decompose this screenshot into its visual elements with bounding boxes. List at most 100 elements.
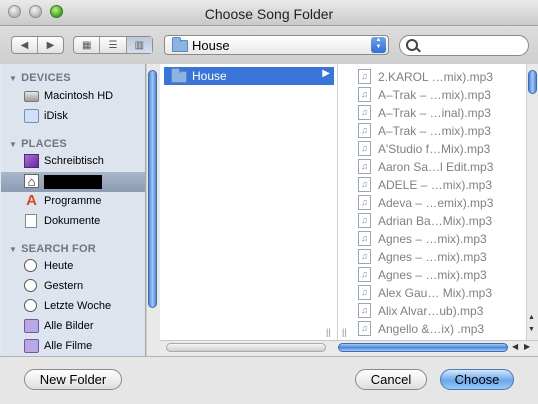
audio-file-icon: ♫: [358, 195, 371, 210]
file-name: ADELE – …mix).mp3: [378, 178, 493, 192]
file-name: Alix Alvar…ub).mp3: [378, 304, 484, 318]
file-row[interactable]: ♫ Alex Gau… Mix).mp3: [338, 284, 526, 302]
choose-button[interactable]: Choose: [440, 369, 514, 390]
column-row-house[interactable]: House ▶: [164, 67, 334, 85]
disclosure-triangle-icon: ▼: [9, 245, 18, 254]
file-row[interactable]: ♫ Alix Alvar…ub).mp3: [338, 302, 526, 320]
file-row[interactable]: ♫ A–Trak – …inal).mp3: [338, 104, 526, 122]
window-title: Choose Song Folder: [204, 6, 334, 22]
file-name: Agnes – …mix).mp3: [378, 250, 487, 264]
file-name: A'Studio f…Mix).mp3: [378, 142, 491, 156]
sidebar-item-label: Alle Bilder: [44, 320, 94, 332]
sidebar-item-alle-filme[interactable]: Alle Filme: [1, 337, 145, 356]
redacted-username: [44, 175, 102, 189]
file-name: Alex Gau… Mix).mp3: [378, 286, 493, 300]
file-name: A–Trak – …inal).mp3: [378, 106, 491, 120]
sidebar-section-places[interactable]: ▼ PLACES: [9, 138, 67, 150]
audio-file-icon: ♫: [358, 321, 371, 336]
sidebar-item-heute[interactable]: Heute: [1, 257, 145, 277]
audio-file-icon: ♫: [358, 213, 371, 228]
audio-file-icon: ♫: [358, 231, 371, 246]
dialog-button-bar: New Folder Cancel Choose: [0, 356, 538, 404]
file-row[interactable]: ♫ Aaron Sa…l Edit.mp3: [338, 158, 526, 176]
sidebar-item-label: Letzte Woche: [44, 300, 112, 312]
sidebar-item-label: Heute: [44, 260, 74, 272]
popup-arrows-icon: ▲ ▼: [371, 37, 386, 53]
title-bar: Choose Song Folder: [0, 0, 538, 26]
sidebar-item-programme[interactable]: A Programme: [1, 192, 145, 212]
cancel-button[interactable]: Cancel: [355, 369, 427, 390]
list-view-button[interactable]: ☰: [100, 37, 127, 53]
file-row[interactable]: ♫ 2.KAROL …mix).mp3: [338, 68, 526, 86]
audio-file-icon: ♫: [358, 69, 371, 84]
file-row[interactable]: ♫ Agnes – …mix).mp3: [338, 266, 526, 284]
sidebar-item-label: Programme: [44, 195, 102, 207]
applications-icon: A: [26, 192, 37, 209]
file-name: Angello &…ix) .mp3: [378, 322, 485, 336]
scroll-left-arrow-icon[interactable]: ◀: [512, 342, 518, 351]
column-view-icon: ▥: [134, 39, 145, 51]
file-name: Aaron Sa…l Edit.mp3: [378, 160, 494, 174]
file-list-scrollbar[interactable]: ▲ ▼: [526, 64, 538, 340]
file-list-scroll-thumb[interactable]: [528, 70, 537, 94]
file-row[interactable]: ♫ Adrian Ba…Mix).mp3: [338, 212, 526, 230]
file-name: Adeva – …emix).mp3: [378, 196, 494, 210]
sidebar-item-dokumente[interactable]: Dokumente: [1, 212, 145, 232]
back-button[interactable]: ◀: [12, 37, 38, 53]
smart-folder-icon: [24, 339, 39, 353]
sidebar-section-search-for[interactable]: ▼ SEARCH FOR: [9, 243, 96, 255]
sidebar-item-alle-bilder[interactable]: Alle Bilder: [1, 317, 145, 337]
file-row[interactable]: ♫ Angello &…ix) .mp3: [338, 320, 526, 338]
clock-icon: [24, 279, 37, 292]
file-row[interactable]: ♫ A'Studio f…Mix).mp3: [338, 140, 526, 158]
location-popup-label: House: [192, 38, 230, 53]
audio-file-icon: ♫: [358, 159, 371, 174]
section-label: DEVICES: [21, 72, 71, 84]
column-view-button[interactable]: ▥: [126, 37, 152, 53]
sidebar-item-letzte-woche[interactable]: Letzte Woche: [1, 297, 145, 317]
audio-file-icon: ♫: [358, 303, 371, 318]
folder-icon: [172, 37, 188, 52]
sidebar-section-devices[interactable]: ▼ DEVICES: [9, 72, 71, 84]
sidebar-item-schreibtisch[interactable]: Schreibtisch: [1, 152, 145, 172]
sidebar-item-macintosh-hd[interactable]: Macintosh HD: [1, 87, 145, 107]
file-row[interactable]: ♫ Agnes – …mix).mp3: [338, 248, 526, 266]
audio-file-icon: ♫: [358, 285, 371, 300]
file-row[interactable]: ♫ A–Trak – …mix).mp3: [338, 122, 526, 140]
section-label: PLACES: [21, 138, 67, 150]
sidebar-item-idisk[interactable]: iDisk: [1, 107, 145, 127]
sidebar-scrollbar[interactable]: [146, 64, 158, 356]
column-resize-handle[interactable]: ||: [342, 327, 347, 337]
location-popup[interactable]: House ▲ ▼: [164, 35, 389, 55]
new-folder-button[interactable]: New Folder: [24, 369, 122, 390]
search-icon: [406, 39, 418, 51]
file-row[interactable]: ♫ ADELE – …mix).mp3: [338, 176, 526, 194]
back-forward-control: ◀ ▶: [11, 36, 64, 54]
browser-column-1: House ▶ ||: [160, 64, 338, 340]
file-name: Agnes – …mix).mp3: [378, 232, 487, 246]
scroll-up-arrow-icon[interactable]: ▲: [528, 314, 535, 321]
forward-button[interactable]: ▶: [38, 37, 63, 53]
icon-view-button[interactable]: ▦: [74, 37, 101, 53]
file-row[interactable]: ♫ A–Trak – …mix).mp3: [338, 86, 526, 104]
browser-horizontal-scrollbar[interactable]: ◀ ▶: [160, 340, 538, 354]
file-name: A–Trak – …mix).mp3: [378, 124, 491, 138]
file-row[interactable]: ♫ Adeva – …emix).mp3: [338, 194, 526, 212]
sidebar-item-gestern[interactable]: Gestern: [1, 277, 145, 297]
view-mode-control: ▦ ☰ ▥: [73, 36, 153, 54]
file-row[interactable]: ♫ Agnes – …mix).mp3: [338, 230, 526, 248]
horizontal-scroll-track: [166, 343, 326, 352]
file-name: Adrian Ba…Mix).mp3: [378, 214, 493, 228]
disclosure-triangle-icon: ▼: [9, 140, 18, 149]
scroll-right-arrow-icon[interactable]: ▶: [524, 342, 530, 351]
sidebar-item-home[interactable]: ⌂: [1, 172, 145, 192]
scroll-down-arrow-icon[interactable]: ▼: [528, 326, 535, 333]
horizontal-scroll-thumb[interactable]: [338, 343, 508, 352]
sidebar-scroll-thumb[interactable]: [148, 70, 157, 308]
column-resize-handle[interactable]: ||: [326, 327, 331, 337]
forward-arrow-icon: ▶: [46, 39, 55, 51]
file-name: 2.KAROL …mix).mp3: [378, 70, 493, 84]
audio-file-icon: ♫: [358, 87, 371, 102]
search-field[interactable]: [399, 35, 529, 56]
clock-icon: [24, 259, 37, 272]
